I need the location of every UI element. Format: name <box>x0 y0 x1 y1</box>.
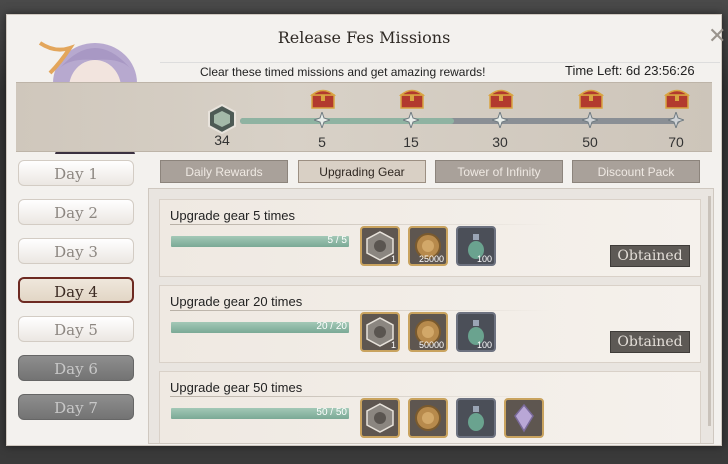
milestone-star-icon <box>582 112 598 128</box>
mission-row: Upgrade gear 5 times 5 / 5 1 25000 100 Obtain… <box>159 199 701 277</box>
day-tab-1[interactable]: Day 1 <box>18 160 134 186</box>
subtitle: Clear these timed missions and get amazi… <box>200 65 486 79</box>
reward-quantity: 100 <box>476 340 492 350</box>
time-left: Time Left: 6d 23:56:26 <box>565 63 695 78</box>
milestone-star-icon <box>403 112 419 128</box>
mission-row: Upgrade gear 20 times 20 / 20 1 50000 100 Obt… <box>159 285 701 363</box>
reward-slot[interactable]: 25000 <box>408 226 448 266</box>
milestone-2[interactable]: 30 <box>480 84 520 154</box>
milestone-star-icon <box>492 112 508 128</box>
reward-quantity: 50000 <box>418 340 444 350</box>
treasure-chest-icon <box>578 89 604 109</box>
milestone-4[interactable]: 70 <box>656 84 696 154</box>
mission-list[interactable]: Upgrade gear 5 times 5 / 5 1 25000 100 Obtain… <box>148 188 714 444</box>
milestone-label: 70 <box>668 134 684 150</box>
reward-slot[interactable]: 1 <box>360 226 400 266</box>
coin-icon <box>410 405 446 440</box>
reward-slot[interactable]: 100 <box>456 312 496 352</box>
mission-progress-bar: 5 / 5 <box>171 235 349 247</box>
day-list: Day 1 Day 2 Day 3 Day 4 Day 5 Day 6 Day 7 <box>16 158 138 444</box>
tab-daily-rewards[interactable]: Daily Rewards <box>160 160 288 183</box>
day-tab-2[interactable]: Day 2 <box>18 199 134 225</box>
gear-crate-icon <box>362 403 398 440</box>
mission-progress-bar: 50 / 50 <box>171 407 349 419</box>
mission-title: Upgrade gear 5 times <box>170 208 296 223</box>
reward-quantity: 1 <box>390 254 396 264</box>
mission-divider <box>170 310 550 311</box>
milestone-label: 5 <box>318 134 326 150</box>
mission-row: Upgrade gear 50 times 50 / 50 <box>159 371 701 443</box>
milestone-0[interactable]: 5 <box>302 84 342 154</box>
treasure-chest-icon <box>664 89 690 109</box>
day-tab-7: Day 7 <box>18 394 134 420</box>
treasure-chest-icon <box>488 89 514 109</box>
category-tabs: Daily Rewards Upgrading Gear Tower of Infi… <box>160 160 710 184</box>
mission-title: Upgrade gear 50 times <box>170 380 303 395</box>
milestone-star-icon <box>314 112 330 128</box>
mission-divider <box>170 396 550 397</box>
milestone-3[interactable]: 50 <box>570 84 610 154</box>
obtained-badge: Obtained <box>610 331 690 353</box>
reward-slot[interactable] <box>360 398 400 438</box>
milestone-label: 30 <box>492 134 508 150</box>
milestone-1[interactable]: 15 <box>391 84 431 154</box>
mission-point-icon <box>208 104 236 134</box>
treasure-chest-icon <box>399 89 425 109</box>
reward-slot[interactable]: 1 <box>360 312 400 352</box>
milestone-label: 15 <box>403 134 419 150</box>
mission-progress-text: 5 / 5 <box>327 235 347 246</box>
reward-slot[interactable]: 50000 <box>408 312 448 352</box>
page-title: Release Fes Missions <box>277 28 451 47</box>
potion-icon <box>458 406 494 440</box>
mission-progress-bar: 20 / 20 <box>171 321 349 333</box>
day-tab-4[interactable]: Day 4 <box>18 277 134 303</box>
mission-progress-text: 20 / 20 <box>316 321 347 332</box>
reward-quantity: 25000 <box>418 254 444 264</box>
tab-discount-pack[interactable]: Discount Pack <box>572 160 700 183</box>
day-tab-5[interactable]: Day 5 <box>18 316 134 342</box>
reward-slot[interactable]: 100 <box>456 226 496 266</box>
obtained-badge: Obtained <box>610 245 690 267</box>
milestone-star-icon <box>668 112 684 128</box>
treasure-chest-icon <box>310 89 336 109</box>
reward-slot[interactable] <box>408 398 448 438</box>
tab-tower-of-infinity[interactable]: Tower of Infinity <box>435 160 563 183</box>
day-tab-6: Day 6 <box>18 355 134 381</box>
day-tab-3[interactable]: Day 3 <box>18 238 134 264</box>
close-icon[interactable]: ✕ <box>708 24 728 49</box>
crystal-icon <box>506 403 542 440</box>
mission-progress-text: 50 / 50 <box>316 407 347 418</box>
scrollbar[interactable] <box>708 196 711 426</box>
reward-quantity: 100 <box>476 254 492 264</box>
reward-slot[interactable] <box>456 398 496 438</box>
reward-slot[interactable] <box>504 398 544 438</box>
mission-divider <box>170 224 550 225</box>
mission-title: Upgrade gear 20 times <box>170 294 303 309</box>
milestone-label: 50 <box>582 134 598 150</box>
reward-quantity: 1 <box>390 340 396 350</box>
tab-upgrading-gear[interactable]: Upgrading Gear <box>298 160 426 183</box>
game-background: Release Fes Missions ✕ Clear these timed… <box>0 0 728 464</box>
